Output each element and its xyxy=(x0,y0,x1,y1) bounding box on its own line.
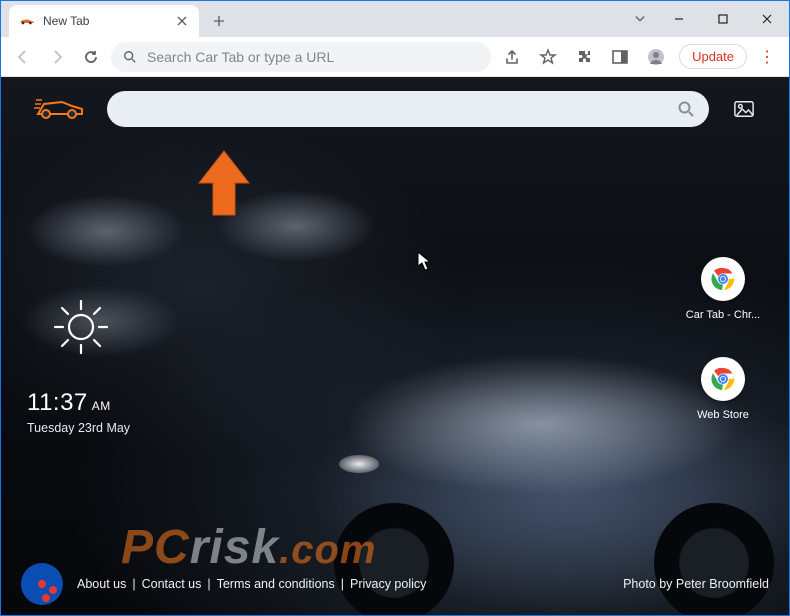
reload-button[interactable] xyxy=(77,43,105,71)
page-top-row xyxy=(1,91,789,127)
shortcut-web-store[interactable]: Web Store xyxy=(683,357,763,421)
forward-button[interactable] xyxy=(43,43,71,71)
clock-time: 11:37 AM xyxy=(27,389,130,417)
tab-favicon-car-icon xyxy=(19,13,35,29)
page-content: Car Tab - Chr... Web Store 11:37 AM Tuesd… xyxy=(1,77,789,615)
footer-contact-link[interactable]: Contact us xyxy=(142,577,202,591)
address-bar-placeholder: Search Car Tab or type a URL xyxy=(147,49,479,65)
window-controls xyxy=(623,1,789,37)
tab-title: New Tab xyxy=(43,14,175,28)
footer-privacy-link[interactable]: Privacy policy xyxy=(350,577,426,591)
wallpaper-picker-icon[interactable] xyxy=(727,94,761,124)
new-tab-button[interactable] xyxy=(205,7,233,35)
tab-search-button[interactable] xyxy=(623,4,657,34)
apps-launcher-icon[interactable] xyxy=(21,563,63,605)
shortcut-car-tab[interactable]: Car Tab - Chr... xyxy=(683,257,763,321)
profile-avatar-icon[interactable] xyxy=(641,42,671,72)
footer-terms-link[interactable]: Terms and conditions xyxy=(217,577,335,591)
tab-close-icon[interactable] xyxy=(175,11,189,31)
background-cars xyxy=(11,157,431,307)
clock-widget: 11:37 AM Tuesday 23rd May xyxy=(27,389,130,435)
maximize-button[interactable] xyxy=(701,4,745,34)
close-window-button[interactable] xyxy=(745,4,789,34)
clock-time-value: 11:37 xyxy=(27,389,88,416)
page-footer: About us| Contact us| Terms and conditio… xyxy=(1,563,789,605)
clock-ampm: AM xyxy=(92,399,111,413)
search-icon[interactable] xyxy=(677,100,695,118)
shortcut-label: Web Store xyxy=(683,409,763,421)
browser-tab[interactable]: New Tab xyxy=(9,5,199,37)
browser-toolbar: Search Car Tab or type a URL Update ⋮ xyxy=(1,37,789,77)
clock-date: Tuesday 23rd May xyxy=(27,421,130,435)
address-bar[interactable]: Search Car Tab or type a URL xyxy=(111,42,491,72)
photo-credit: Photo by Peter Broomfield xyxy=(623,577,769,591)
share-button[interactable] xyxy=(497,42,527,72)
weather-sun-icon[interactable] xyxy=(49,295,113,364)
extensions-puzzle-icon[interactable] xyxy=(569,42,599,72)
back-button[interactable] xyxy=(9,43,37,71)
browser-window: New Tab Search Car Tab or type a URL xyxy=(0,0,790,616)
tab-strip: New Tab xyxy=(1,1,789,37)
shortcut-icon xyxy=(701,257,745,301)
minimize-button[interactable] xyxy=(657,4,701,34)
footer-about-link[interactable]: About us xyxy=(77,577,126,591)
page-search-bar[interactable] xyxy=(107,91,709,127)
shortcut-icon xyxy=(701,357,745,401)
search-icon xyxy=(123,50,137,64)
page-search-input[interactable] xyxy=(121,91,677,127)
menu-kebab-icon[interactable]: ⋮ xyxy=(753,47,781,67)
update-button[interactable]: Update xyxy=(679,44,747,69)
bookmark-star-icon[interactable] xyxy=(533,42,563,72)
side-panel-icon[interactable] xyxy=(605,42,635,72)
footer-links: About us| Contact us| Terms and conditio… xyxy=(77,577,426,591)
shortcut-label: Car Tab - Chr... xyxy=(683,309,763,321)
car-tab-logo-icon[interactable] xyxy=(29,94,89,124)
